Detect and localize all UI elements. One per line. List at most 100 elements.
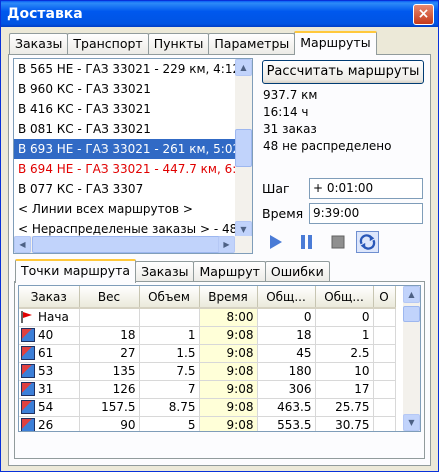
grid-cell: 0	[257, 308, 316, 327]
grid-header[interactable]: Вес	[79, 286, 140, 309]
grid-cell-empty	[373, 416, 396, 431]
subtab-1[interactable]: Заказы	[135, 261, 195, 282]
grid-cell: 30.75	[315, 416, 374, 431]
order-cell: 53	[19, 362, 80, 381]
order-cell: Нача	[19, 308, 80, 327]
tab-3[interactable]: Параметры	[208, 33, 296, 54]
route-points-grid[interactable]: Заказ Вес Объем Время Общ... Общ... О Нача 8:00…	[18, 285, 421, 432]
stat-unassigned: 48 не распределено	[263, 139, 392, 153]
grid-cell: 7.5	[139, 362, 200, 381]
grid-cell: 2.5	[315, 344, 374, 363]
grid-scroll-up-icon[interactable]: ▲	[403, 286, 420, 303]
pause-icon[interactable]	[295, 231, 318, 253]
table-row[interactable]: Нача 8:00 0 0	[19, 308, 396, 327]
order-point-icon	[21, 364, 35, 378]
grid-cell: 9:08	[199, 326, 258, 345]
route-list-item[interactable]: В 694 НЕ - ГАЗ 33021 - 447.7 км, 6:59	[14, 159, 252, 179]
scroll-left-icon[interactable]: ◀	[14, 236, 31, 253]
title-bar[interactable]: Доставка ×	[1, 1, 438, 27]
start-flag-icon	[21, 311, 33, 324]
subtab-2[interactable]: Маршрут	[193, 261, 266, 282]
step-input[interactable]: + 0:01:00	[309, 178, 423, 199]
route-list-item[interactable]: В 081 КС - ГАЗ 33021	[14, 119, 252, 139]
grid-cell: 45	[257, 344, 316, 363]
order-point-icon	[21, 328, 35, 342]
tab-4[interactable]: Маршруты	[294, 31, 377, 55]
scroll-thumb[interactable]	[235, 129, 252, 167]
scroll-up-icon[interactable]: ▲	[235, 59, 252, 76]
order-cell: 61	[19, 344, 80, 363]
grid-cell	[79, 308, 140, 327]
route-list-hscroll[interactable]: ◀ ▶	[14, 236, 252, 253]
grid-cell: 9:08	[199, 380, 258, 399]
route-list-item[interactable]: В 960 КС - ГАЗ 33021	[14, 79, 252, 99]
tab-1[interactable]: Транспорт	[67, 33, 149, 54]
route-list-vscroll[interactable]: ▲ ▼	[235, 59, 252, 238]
subtab-3[interactable]: Ошибки	[264, 261, 330, 282]
grid-header[interactable]: Заказ	[19, 286, 80, 309]
grid-cell: 90	[79, 416, 140, 431]
grid-scroll-down-icon[interactable]: ▼	[403, 414, 420, 431]
route-list-item[interactable]: В 077 КС - ГАЗ 3307	[14, 179, 252, 199]
tab-2[interactable]: Пункты	[147, 33, 210, 54]
tab-0[interactable]: Заказы	[9, 33, 69, 54]
grid-cell: 18	[257, 326, 316, 345]
route-list-item[interactable]: В 565 НЕ - ГАЗ 33021 - 229 км, 4:12 ч	[14, 59, 252, 79]
grid-header[interactable]: Время	[199, 286, 258, 309]
route-list-item[interactable]: < Линии всех маршрутов >	[14, 199, 252, 219]
subtab-0[interactable]: Точки маршрута	[15, 259, 137, 283]
order-cell: 26	[19, 416, 80, 431]
order-point-icon	[21, 418, 35, 431]
table-row[interactable]: 54 157.5 8.75 9:08 463.5 25.75	[19, 398, 396, 417]
order-id: 54	[38, 400, 54, 414]
grid-cell: 9:08	[199, 416, 258, 431]
table-row[interactable]: 40 18 1 9:08 18 1	[19, 326, 396, 345]
table-row[interactable]: 61 27 1.5 9:08 45 2.5	[19, 344, 396, 363]
grid-cell: 463.5	[257, 398, 316, 417]
play-icon[interactable]	[264, 231, 287, 253]
grid-cell: 135	[79, 362, 140, 381]
grid-cell-empty	[373, 308, 396, 327]
hscroll-thumb[interactable]	[32, 236, 222, 253]
grid-cell: 553.5	[257, 416, 316, 431]
grid-header[interactable]: Общ...	[315, 286, 374, 309]
grid-cell: 126	[79, 380, 140, 399]
table-row[interactable]: 31 126 7 9:08 306 17	[19, 380, 396, 399]
grid-cell: 7	[139, 380, 200, 399]
grid-cell-empty	[373, 380, 396, 399]
step-label: Шаг	[262, 181, 290, 196]
calculate-routes-button[interactable]: Рассчитать маршруты	[262, 60, 424, 84]
grid-cell: 25.75	[315, 398, 374, 417]
grid-cell: 8:00	[199, 308, 258, 327]
order-cell: 31	[19, 380, 80, 399]
time-input[interactable]: 9:39:00	[309, 203, 423, 224]
grid-scroll-thumb[interactable]	[403, 306, 420, 322]
order-point-icon	[21, 382, 35, 396]
grid-cell: 1	[139, 326, 200, 345]
grid-header[interactable]: Объем	[139, 286, 200, 309]
grid-cell: 157.5	[79, 398, 140, 417]
grid-header[interactable]: О	[373, 286, 396, 309]
table-row[interactable]: 53 135 7.5 9:08 180 10	[19, 362, 396, 381]
grid-cell: 10	[315, 362, 374, 381]
route-list[interactable]: В 565 НЕ - ГАЗ 33021 - 229 км, 4:12 чВ 9…	[13, 58, 253, 254]
grid-cell: 9:08	[199, 398, 258, 417]
route-list-item[interactable]: В 416 КС - ГАЗ 33021	[14, 99, 252, 119]
order-id: 31	[38, 382, 54, 396]
grid-cell-empty	[373, 398, 396, 417]
table-row[interactable]: 26 90 5 9:08 553.5 30.75	[19, 416, 396, 431]
main-tabs: Заказы Транспорт Пункты Параметры Маршруты	[9, 31, 377, 55]
scroll-right-icon[interactable]: ▶	[218, 236, 235, 253]
route-list-item[interactable]: В 693 НЕ - ГАЗ 33021 - 261 км, 5:02 ч	[14, 139, 252, 159]
grid-header[interactable]: Общ...	[257, 286, 316, 309]
grid-cell: 180	[257, 362, 316, 381]
order-id: 40	[38, 328, 54, 342]
grid-cell-empty	[373, 362, 396, 381]
repeat-icon[interactable]	[356, 231, 379, 253]
close-button[interactable]: ×	[413, 4, 434, 25]
stop-icon[interactable]	[326, 231, 349, 253]
grid-vscroll[interactable]: ▲ ▼	[403, 286, 420, 431]
window-title: Доставка	[7, 6, 83, 22]
stat-distance: 937.7 км	[263, 88, 318, 102]
grid-cell: 306	[257, 380, 316, 399]
